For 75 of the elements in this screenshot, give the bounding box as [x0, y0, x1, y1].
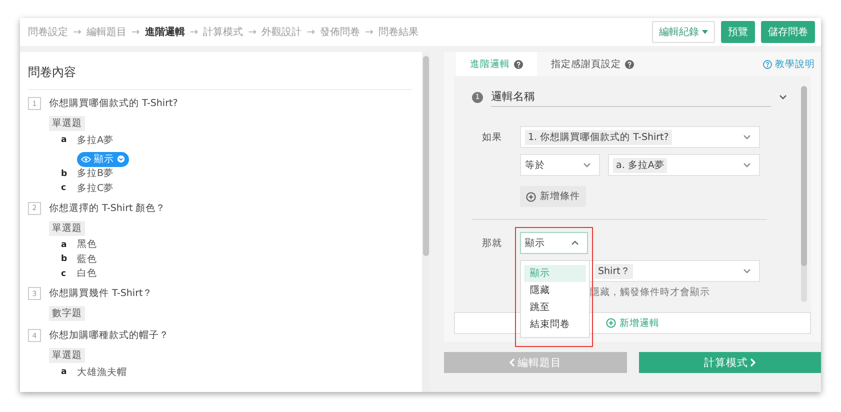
question-select[interactable]: 1. 你想購買哪個款式的 T-Shirt? [520, 126, 760, 148]
plus-circle-icon [526, 192, 536, 202]
chevron-down-icon [117, 155, 125, 163]
arrow-separator: → [364, 26, 374, 38]
step-link[interactable]: 進階邏輯 [144, 25, 185, 39]
rule-name-field[interactable]: 邏輯名稱 [491, 87, 771, 107]
action-select[interactable]: 顯示 [520, 232, 588, 254]
back-button[interactable]: 編輯題目 [444, 352, 626, 373]
help-icon [514, 60, 523, 68]
menu-item[interactable]: 顯示 [524, 265, 586, 282]
panel-title: 問卷內容 [28, 52, 412, 90]
option-letter: a [61, 240, 67, 250]
question-type-tag: 單選題 [49, 116, 85, 131]
operator-select[interactable]: 等於 [520, 154, 600, 176]
eye-icon [81, 156, 91, 162]
option-letter: c [61, 183, 67, 194]
option-text: 多拉B夢 [77, 167, 114, 180]
caret-icon [702, 30, 708, 34]
arrow-separator: → [190, 26, 198, 38]
question-type-tag: 數字題 [49, 306, 85, 321]
step-link[interactable]: 編輯題目 [86, 25, 126, 39]
option-text: 大雄漁夫帽 [77, 366, 127, 379]
chevron-down-icon [743, 268, 751, 274]
step-link[interactable]: 計算模式 [203, 25, 244, 39]
chevron-left-icon [509, 358, 516, 367]
option-text: 藍色 [77, 252, 97, 266]
save-button[interactable]: 儲存問卷 [761, 21, 815, 43]
chevron-right-icon [750, 358, 756, 367]
step-link[interactable]: 問卷設定 [28, 25, 68, 39]
step-link[interactable]: 外觀設計 [262, 25, 302, 39]
scrollbar[interactable] [801, 86, 807, 302]
chevron-down-icon [779, 94, 787, 100]
chevron-up-icon [571, 240, 579, 246]
scrollbar[interactable] [422, 52, 430, 392]
question-text: 你想選擇的 T-Shirt 顏色？ [49, 202, 166, 214]
help-link[interactable]: 教學說明 [763, 58, 821, 70]
chevron-down-icon [743, 134, 751, 140]
chevron-down-icon [583, 162, 591, 168]
question-text: 你想加購哪種款式的帽子？ [49, 329, 169, 342]
step-link[interactable]: 問卷結果 [378, 25, 418, 39]
add-condition-button[interactable]: 新增條件 [520, 186, 586, 207]
tab[interactable]: 指定感謝頁設定 [537, 52, 648, 76]
question-text: 你想購買幾件 T-Shirt？ [49, 287, 153, 300]
help-icon [625, 60, 634, 68]
arrow-separator: → [131, 26, 140, 38]
option-letter: b [61, 168, 67, 179]
next-button[interactable]: 計算模式 [638, 352, 821, 373]
chevron-down-icon [743, 162, 751, 168]
action-label: 那就 [481, 236, 503, 250]
option-letter: a [61, 367, 67, 378]
option-letter: c [61, 268, 67, 279]
step-link[interactable]: 發佈問卷 [320, 25, 360, 39]
question-text: 你想購買哪個款式的 T-Shirt? [49, 97, 178, 110]
tab[interactable]: 進階邏輯 [456, 52, 537, 76]
preview-button[interactable]: 預覽 [721, 21, 755, 43]
plus-circle-icon [606, 318, 616, 328]
option-text: 多拉C夢 [77, 182, 114, 195]
condition-label: 如果 [481, 130, 503, 144]
answer-select[interactable]: a. 多拉A夢 [608, 154, 760, 176]
option-text: 白色 [77, 267, 97, 280]
menu-item[interactable]: 隱藏 [524, 282, 586, 299]
arrow-separator: → [306, 26, 315, 38]
visibility-badge[interactable]: 顯示 [77, 152, 129, 166]
help-icon [763, 60, 772, 68]
option-text: 多拉A夢 [77, 134, 114, 147]
history-button[interactable]: 編輯紀錄 [652, 21, 715, 43]
option-letter: a [61, 135, 67, 146]
question-type-tag: 單選題 [49, 220, 85, 236]
menu-item[interactable]: 結束問卷 [524, 316, 586, 333]
arrow-separator: → [73, 26, 82, 38]
badge-label: 顯示 [94, 152, 114, 166]
question-type-tag: 單選題 [49, 348, 85, 363]
arrow-separator: → [248, 26, 257, 38]
option-text: 黑色 [77, 238, 97, 252]
option-letter: b [61, 254, 67, 264]
